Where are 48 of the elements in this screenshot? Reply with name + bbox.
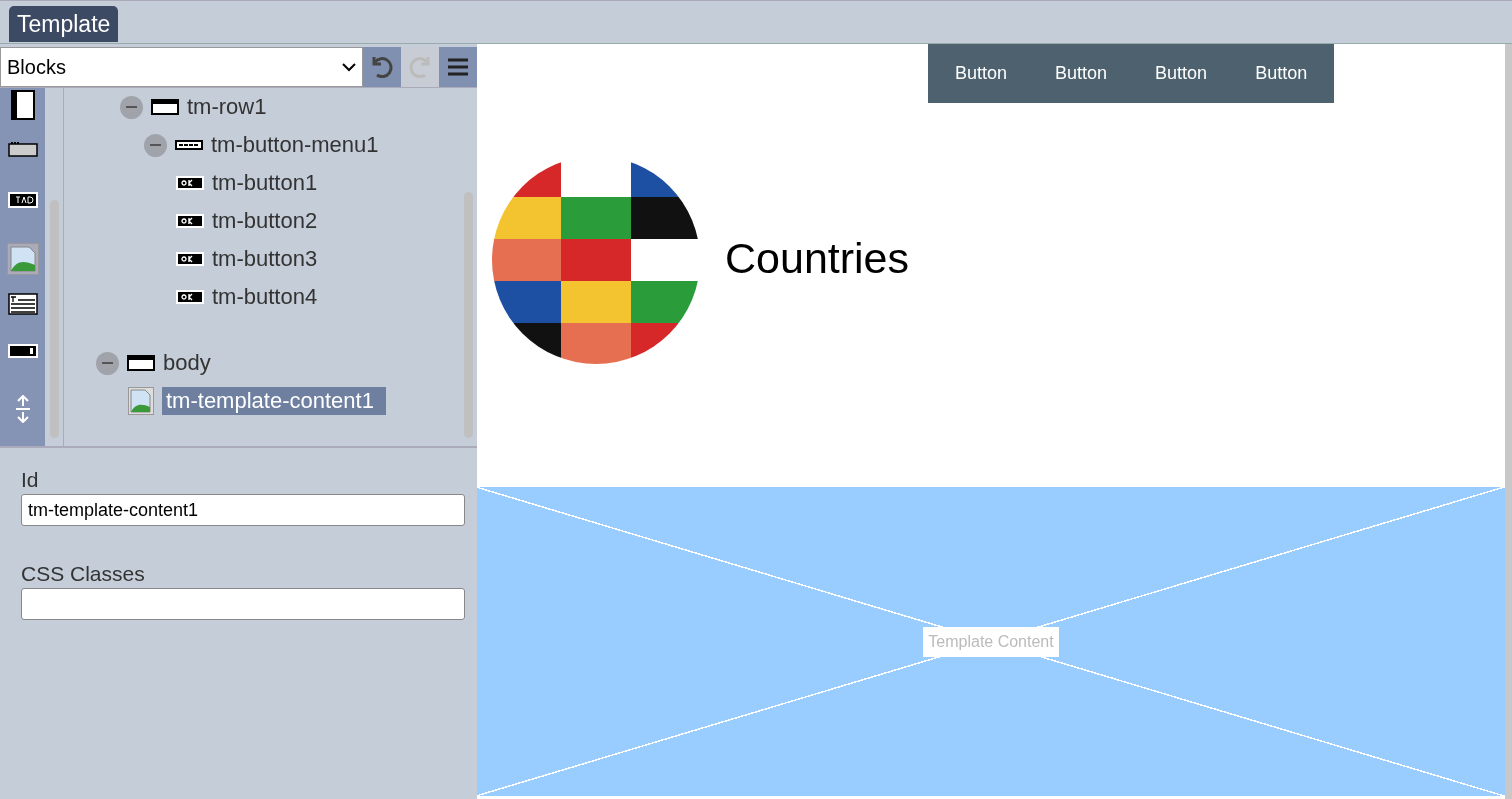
text-icon[interactable]: [7, 293, 38, 316]
collapse-button[interactable]: [144, 133, 167, 157]
ok-button-icon: [176, 290, 204, 304]
image-block-icon[interactable]: [6, 242, 39, 275]
blocks-select[interactable]: Blocks: [0, 47, 363, 87]
collapse-button[interactable]: [96, 351, 119, 375]
menu-bar-icon: [175, 140, 203, 150]
menu-button[interactable]: [439, 47, 477, 87]
menu-button[interactable]: Button: [931, 44, 1032, 103]
row-icon: [151, 99, 179, 115]
input-icon[interactable]: [7, 344, 38, 359]
menu-icon: [447, 57, 469, 77]
field-label: CSS Classes: [21, 562, 146, 586]
heading: Countries: [725, 234, 910, 283]
input-field[interactable]: [21, 588, 465, 620]
chevron-icon: [342, 62, 356, 72]
ok-button-icon: [176, 214, 204, 228]
menu-button[interactable]: Button: [1031, 44, 1132, 103]
scrollbar-thumb[interactable]: [49, 200, 59, 438]
tab-icon[interactable]: [7, 191, 38, 208]
undo-button[interactable]: [363, 47, 401, 87]
image-icon: [128, 387, 154, 415]
menu-button[interactable]: Button: [1231, 44, 1332, 103]
column-icon[interactable]: [10, 90, 35, 120]
collapse-button[interactable]: [120, 95, 143, 119]
resize-icon[interactable]: [13, 395, 32, 424]
input-field[interactable]: tm-template-content1: [21, 494, 465, 526]
placeholder-label: Template Content: [923, 626, 1059, 657]
panel-icon[interactable]: [7, 140, 38, 157]
tree-item[interactable]: body: [163, 350, 211, 376]
tree-item[interactable]: tm-button2: [212, 208, 318, 234]
minus-icon: [150, 143, 161, 147]
field-label: Id: [21, 468, 40, 492]
tree-item[interactable]: tm-button3: [212, 246, 318, 272]
minus-icon: [126, 105, 137, 109]
tree-item[interactable]: tm-button1: [212, 170, 318, 196]
ok-button-icon: [176, 176, 204, 190]
menu-button[interactable]: Button: [1131, 44, 1232, 103]
tab[interactable]: Template: [9, 6, 119, 42]
row-icon: [127, 355, 155, 371]
scrollbar-thumb[interactable]: [463, 192, 473, 438]
tree-item[interactable]: tm-row1: [187, 94, 267, 120]
tree-item[interactable]: tm-button4: [212, 284, 318, 310]
tree-item[interactable]: tm-template-content1: [162, 387, 386, 415]
tree-item[interactable]: tm-button-menu1: [211, 132, 379, 158]
ok-button-icon: [176, 252, 204, 266]
redo-icon: [407, 54, 433, 80]
minus-icon: [102, 361, 113, 365]
